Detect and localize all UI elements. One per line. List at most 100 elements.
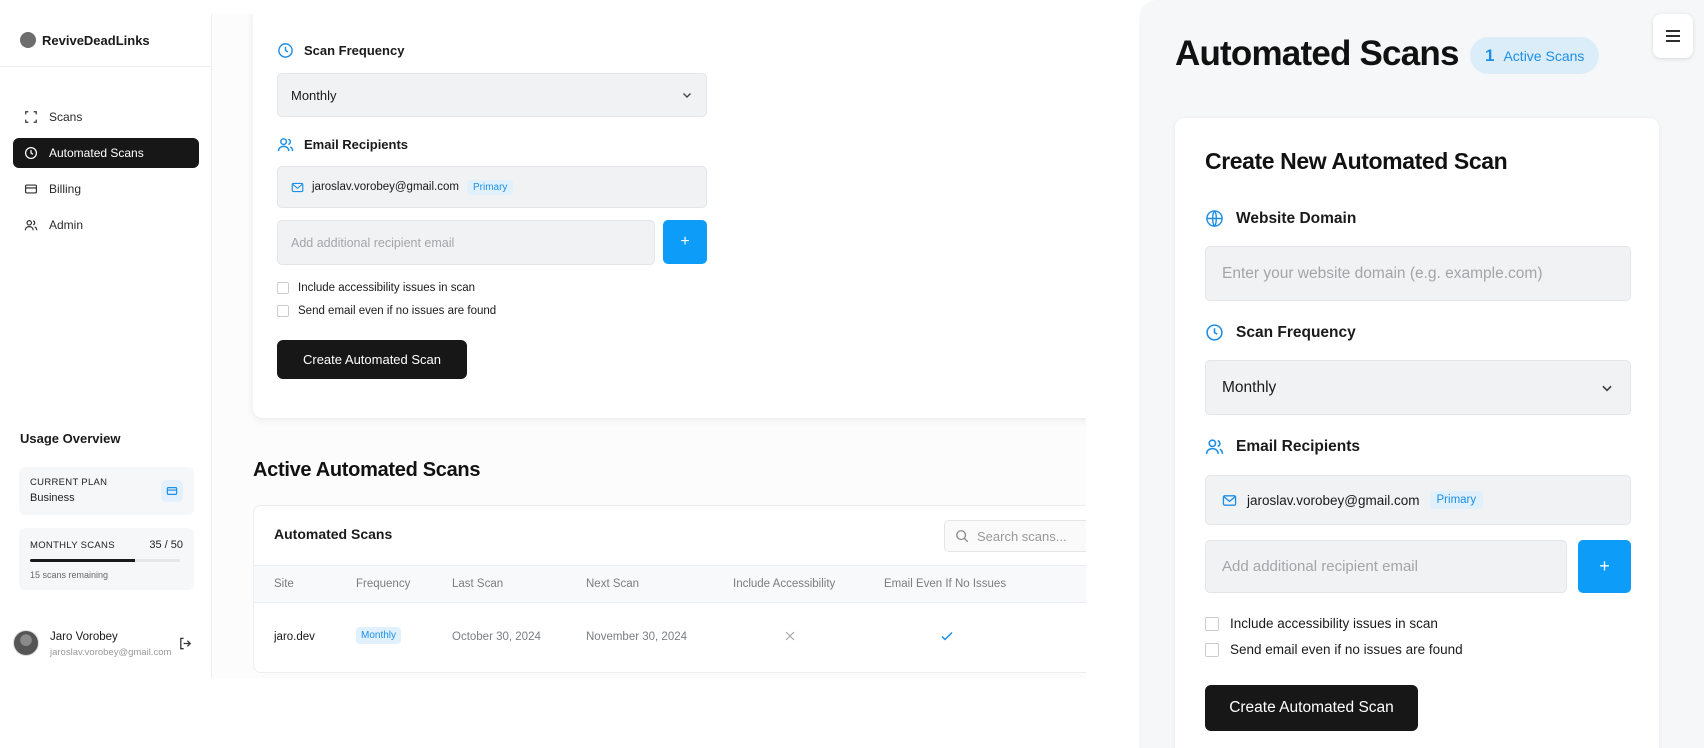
domain-label-text: Website Domain [1236,209,1357,227]
frequency-label-text: Scan Frequency [304,43,405,58]
users-icon [277,138,294,152]
frequency-value: Monthly [291,87,337,103]
send-anyway-checkbox[interactable] [277,305,289,317]
logout-icon[interactable] [178,636,193,651]
column-header-frequency[interactable]: Frequency [356,578,410,590]
user-name: Jaro Vorobey [50,631,118,643]
frequency-value: Monthly [1222,378,1277,396]
add-recipient-button[interactable]: + [1578,540,1631,593]
add-recipient-input[interactable]: Add additional recipient email [277,220,655,265]
recipients-label-text: Email Recipients [304,137,409,152]
create-automated-scan-button[interactable]: Create Automated Scan [277,340,467,379]
primary-email: jaroslav.vorobey@gmail.com [1247,492,1420,508]
frequency-select[interactable]: Monthly [277,73,707,117]
sidebar-item-scans[interactable]: Scans [13,102,199,132]
cell-last-scan: October 30, 2024 [452,631,541,643]
column-header-next-scan[interactable]: Next Scan [586,578,639,590]
column-header-include-accessibility[interactable]: Include Accessibility [733,578,835,590]
cell-frequency: Monthly [356,627,402,644]
accessibility-checkbox[interactable] [277,282,289,294]
sidebar-item-label: Admin [49,218,84,232]
recipients-label: Email Recipients [277,136,408,153]
create-automated-scan-button[interactable]: Create Automated Scan [1205,685,1418,731]
brand-logo[interactable]: ReviveDeadLinks [20,32,150,48]
menu-icon [1666,30,1680,42]
active-count: 1 [1485,45,1495,65]
send-anyway-option[interactable]: Send email even if no issues are found [277,305,496,317]
plan-label: CURRENT PLAN [30,477,108,488]
chevron-down-icon [1602,385,1612,391]
domain-input[interactable]: Enter your website domain (e.g. example.… [1205,246,1631,301]
domain-label: Website Domain [1205,209,1356,228]
primary-recipient: jaroslav.vorobey@gmail.com Primary [277,166,707,208]
column-header-site[interactable]: Site [274,578,294,590]
card-title: Create New Automated Scan [1205,148,1508,174]
sidebar-item-admin[interactable]: Admin [13,210,199,240]
frequency-label-text: Scan Frequency [1236,323,1356,341]
main-content: Scan Frequency Monthly Email Recipients … [212,14,1086,678]
desktop-screen: ReviveDeadLinks Scans Automated Scans Bi… [0,14,1086,678]
create-scan-card: Create New Automated Scan Website Domain… [1175,118,1659,748]
add-recipient-placeholder: Add additional recipient email [291,235,455,250]
card-icon [161,480,183,502]
send-anyway-checkbox[interactable] [1205,642,1219,657]
primary-badge: Primary [1429,491,1484,509]
scans-label: MONTHLY SCANS [30,540,115,551]
clock-icon [278,43,293,58]
scans-count: 35 / 50 [149,539,183,551]
send-anyway-option-label: Send email even if no issues are found [298,305,497,317]
column-header-last-scan[interactable]: Last Scan [452,578,503,590]
users-icon [1205,439,1224,454]
menu-button[interactable] [1653,14,1693,58]
plan-value: Business [30,492,75,504]
search-placeholder: Search scans... [977,528,1067,544]
scans-progress-bar [30,559,180,562]
add-recipient-button[interactable]: + [663,220,707,264]
scans-table-card: Automated Scans Search scans... Site Fre… [253,505,1086,673]
mail-icon [291,182,304,192]
recipients-label: Email Recipients [1205,437,1360,456]
scans-remaining: 15 scans remaining [30,570,109,580]
column-header-email-even[interactable]: Email Even If No Issues [884,578,1006,590]
accessibility-option[interactable]: Include accessibility issues in scan [277,282,475,294]
primary-recipient: jaroslav.vorobey@gmail.com Primary [1205,475,1631,525]
current-plan-card: CURRENT PLAN Business [19,467,194,515]
send-anyway-option[interactable]: Send email even if no issues are found [1205,642,1463,657]
sidebar-item-billing[interactable]: Billing [13,174,199,204]
recipients-label-text: Email Recipients [1236,437,1361,455]
accessibility-checkbox[interactable] [1205,616,1219,631]
active-scans-title: Active Automated Scans [253,459,481,481]
search-input[interactable]: Search scans... [944,520,1086,552]
table-header: Site Frequency Last Scan Next Scan Inclu… [254,565,1086,603]
user-email: jaroslav.vorobey@gmail.com [50,647,172,658]
domain-placeholder: Enter your website domain (e.g. example.… [1222,264,1543,282]
brand-icon [20,32,36,48]
avatar[interactable] [13,630,39,656]
active-label: Active Scans [1503,47,1585,64]
scans-progress-fill [30,559,135,562]
frequency-select[interactable]: Monthly [1205,360,1631,415]
sidebar-item-automated-scans[interactable]: Automated Scans [13,138,199,168]
cell-next-scan: November 30, 2024 [586,631,688,643]
sidebar: ReviveDeadLinks Scans Automated Scans Bi… [0,14,212,678]
active-scans-badge: 1 Active Scans [1470,37,1600,74]
clock-icon [24,146,38,160]
send-anyway-option-label: Send email even if no issues are found [1230,642,1463,657]
mobile-screen: Automated Scans 1 Active Scans Create Ne… [1139,0,1704,748]
brand-name: ReviveDeadLinks [42,32,150,48]
usage-title: Usage Overview [20,431,121,446]
sidebar-item-label: Automated Scans [49,146,144,160]
page-title: Automated Scans [1175,34,1459,73]
globe-icon [1206,210,1223,227]
users-icon [24,220,38,231]
cell-site[interactable]: jaro.dev [274,631,315,643]
add-recipient-input[interactable]: Add additional recipient email [1205,540,1567,593]
frequency-label: Scan Frequency [277,42,404,59]
accessibility-option-label: Include accessibility issues in scan [298,282,476,294]
primary-email: jaroslav.vorobey@gmail.com [312,181,459,193]
close-icon [785,631,795,641]
clock-icon [1206,324,1223,341]
accessibility-option[interactable]: Include accessibility issues in scan [1205,616,1438,631]
frequency-badge: Monthly [356,627,402,644]
sidebar-item-label: Billing [49,182,82,196]
